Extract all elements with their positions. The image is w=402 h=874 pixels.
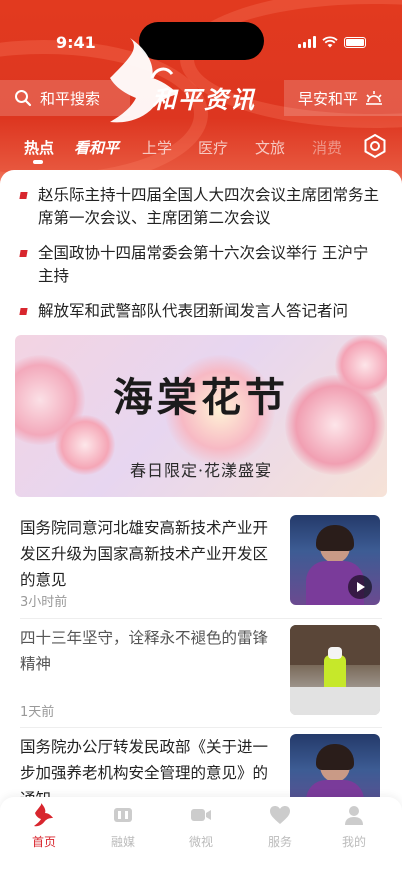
greeting-text: 早安和平: [298, 89, 359, 108]
headline-text: 解放军和武警部队代表团新闻发言人答记者问: [38, 302, 349, 320]
officer-cap: [328, 647, 342, 659]
tabbar-home[interactable]: 首页: [14, 803, 74, 850]
news-title: 四十三年坚守，诠释永不褪色的雷锋精神: [20, 629, 269, 673]
tab-medical[interactable]: 医疗: [198, 137, 228, 158]
tabbar-label: 首页: [31, 835, 56, 849]
tabbar-label: 我的: [341, 835, 366, 849]
bullet-marker: [19, 308, 28, 315]
divider: [20, 727, 382, 728]
news-item[interactable]: 四十三年坚守，诠释永不褪色的雷锋精神 1天前: [20, 625, 382, 720]
news-title: 国务院同意河北雄安高新技术产业开发区升级为国家高新技术产业开发区的意见: [20, 519, 269, 589]
anchor-hair: [316, 525, 354, 551]
settings-icon[interactable]: [361, 132, 389, 160]
banner-subtitle: 春日限定·花漾盛宴: [129, 461, 273, 480]
channel-tabs: 热点 看和平 上学 医疗 文旅 消费: [0, 133, 402, 164]
tabbar-mine[interactable]: 我的: [324, 803, 384, 850]
feed: 赵乐际主持十四届全国人大四次会议主席团常务主席第一次会议、主席团第二次会议 全国…: [0, 170, 402, 824]
anchor-hair: [316, 744, 354, 770]
heart-icon: [270, 806, 290, 824]
tabbar-video[interactable]: 微视: [171, 803, 231, 850]
cellular-signal-icon: [298, 36, 316, 48]
news-time: 1天前: [20, 705, 55, 720]
search-label: 和平搜索: [40, 89, 101, 108]
battery-icon: [344, 36, 366, 48]
car-decor: [290, 687, 380, 715]
search-button[interactable]: 和平搜索: [0, 80, 130, 116]
search-icon: [15, 90, 32, 107]
play-icon[interactable]: [348, 575, 372, 599]
headline-item[interactable]: 赵乐际主持十四届全国人大四次会议主席团常务主席第一次会议、主席团第二次会议: [19, 184, 382, 230]
tabbar-label: 微视: [188, 835, 213, 849]
video-camera-icon: [191, 809, 211, 821]
media-icon: [114, 808, 132, 822]
tab-watch-peace[interactable]: 看和平: [74, 137, 119, 158]
person-icon: [345, 806, 363, 825]
festival-banner[interactable]: 海棠花节 春日限定·花漾盛宴: [15, 335, 387, 497]
headline-text: 赵乐际主持十四届全国人大四次会议主席团常务主席第一次会议、主席团第二次会议: [38, 186, 380, 227]
banner-title: 海棠花节: [113, 374, 289, 421]
bird-logo-icon: [34, 803, 53, 827]
tabbar-media[interactable]: 融媒: [93, 803, 153, 850]
tabbar-label: 服务: [267, 835, 292, 849]
tab-school[interactable]: 上学: [142, 137, 172, 158]
bottom-tab-bar: 首页 融媒 微视 服务 我的: [0, 797, 402, 874]
tabbar-label: 融媒: [110, 835, 135, 849]
divider: [20, 618, 382, 619]
news-thumbnail: [290, 515, 380, 605]
headline-text: 全国政协十四届常委会第十六次会议举行 王沪宁主持: [38, 244, 369, 285]
tab-hot[interactable]: 热点: [24, 137, 54, 158]
bullet-marker: [19, 250, 28, 257]
tab-indicator: [33, 160, 43, 164]
headline-item[interactable]: 解放军和武警部队代表团新闻发言人答记者问: [19, 300, 382, 323]
sunrise-icon: [366, 91, 383, 105]
headline-item[interactable]: 全国政协十四届常委会第十六次会议举行 王沪宁主持: [19, 242, 382, 288]
status-time: 9:41: [56, 33, 96, 52]
bullet-marker: [19, 192, 28, 199]
tabbar-service[interactable]: 服务: [250, 803, 310, 850]
tab-consumption[interactable]: 消费: [312, 137, 342, 158]
greeting-button[interactable]: 早安和平: [284, 80, 402, 116]
news-time: 3小时前: [20, 595, 68, 610]
news-item[interactable]: 国务院同意河北雄安高新技术产业开发区升级为国家高新技术产业开发区的意见 3小时前: [20, 515, 382, 610]
search-row: 和平搜索 早安和平: [0, 80, 402, 116]
system-icons: [298, 36, 366, 48]
tab-culture-travel[interactable]: 文旅: [255, 137, 285, 158]
wifi-icon: [322, 36, 338, 48]
news-thumbnail: [290, 625, 380, 715]
